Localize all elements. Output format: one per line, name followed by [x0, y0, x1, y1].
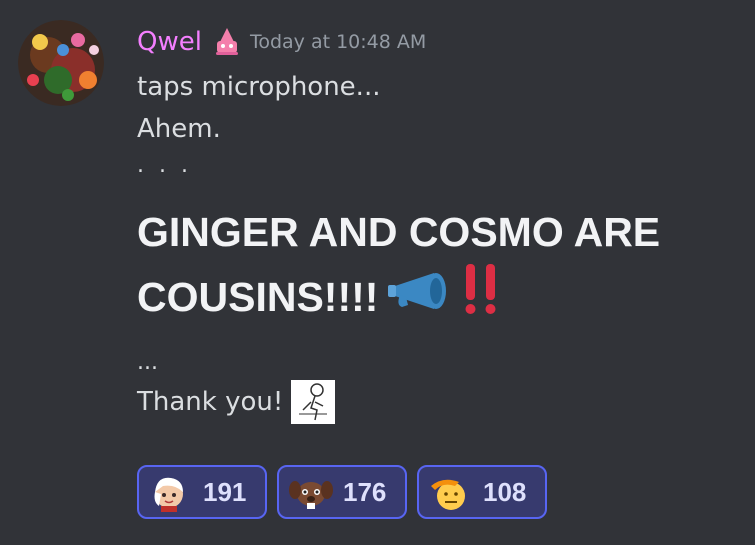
reaction-count: 191: [203, 476, 247, 507]
double-exclamation-emoji: [460, 262, 504, 332]
dog-character-emoji: [289, 472, 333, 512]
sticker-icon[interactable]: [291, 380, 336, 424]
headline-line-2-row: COUSINS!!!!: [137, 262, 737, 332]
message-header: Qwel Today at 10:48 AM: [137, 22, 426, 62]
reactions-bar: 191 176 108: [137, 465, 547, 519]
reaction-button[interactable]: 108: [417, 465, 547, 519]
reaction-count: 108: [483, 476, 527, 507]
reaction-button[interactable]: 191: [137, 465, 267, 519]
headline-line-1: GINGER AND COSMO ARE: [137, 209, 661, 255]
megaphone-emoji: [386, 267, 452, 327]
user-avatar[interactable]: [18, 20, 104, 106]
headline-line-2: COUSINS!!!!: [137, 274, 379, 320]
message-timestamp: Today at 10:48 AM: [249, 31, 427, 53]
chat-message: Qwel Today at 10:48 AM taps microphone..…: [0, 0, 755, 545]
message-line: taps microphone...: [137, 72, 381, 102]
girl-character-emoji: [149, 472, 189, 512]
message-content: taps microphone... Ahem. . . . GINGER AN…: [137, 66, 737, 426]
reaction-count: 176: [343, 476, 387, 507]
thanks-row: Thank you!: [137, 378, 737, 426]
cake-role-icon: [210, 25, 244, 59]
thanks-text: Thank you!: [137, 387, 284, 417]
headline-text: GINGER AND COSMO ARE COUSINS!!!!: [137, 202, 737, 332]
saluting-face-emoji: [429, 472, 469, 512]
message-ellipsis: ...: [137, 350, 158, 375]
message-line: Ahem.: [137, 114, 221, 144]
reaction-button[interactable]: 176: [277, 465, 407, 519]
message-dots: . . .: [137, 153, 192, 178]
username[interactable]: Qwel: [137, 27, 202, 57]
